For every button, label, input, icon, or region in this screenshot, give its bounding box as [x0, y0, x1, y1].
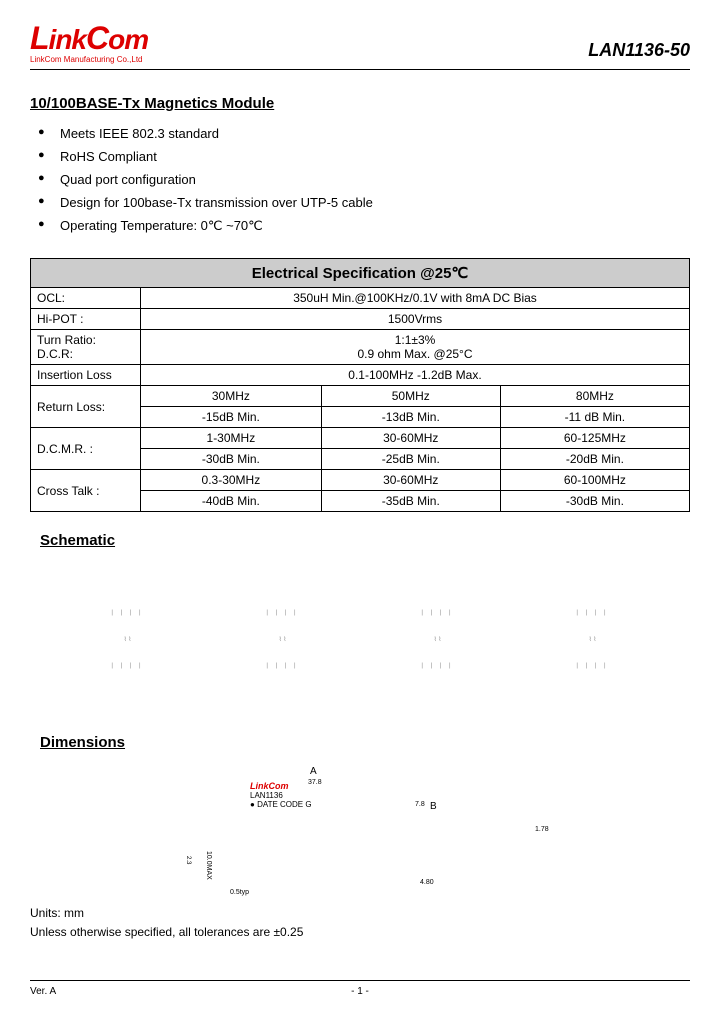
- ret-f1: 30MHz: [141, 386, 322, 407]
- footer-divider: [30, 980, 690, 981]
- insertion-label: Insertion Loss: [31, 365, 141, 386]
- dim-typ: 0.5typ: [230, 889, 249, 896]
- return-loss-label: Return Loss:: [31, 386, 141, 428]
- product-title: 10/100BASE-Tx Magnetics Module: [30, 95, 690, 112]
- units-line2: Unless otherwise specified, all toleranc…: [30, 925, 690, 939]
- feature-item: Quad port configuration: [30, 168, 690, 191]
- header-divider: [30, 69, 690, 70]
- footer-version: Ver. A: [30, 986, 56, 997]
- turn-dcr-label: Turn Ratio: D.C.R:: [31, 330, 141, 365]
- dim-pitch: 4.80: [420, 879, 434, 886]
- turn-dcr-value: 1:1±3% 0.9 ohm Max. @25°C: [141, 330, 690, 365]
- dcmr-v1: -30dB Min.: [141, 449, 322, 470]
- header: LinkCom LinkCom Manufacturing Co.,Ltd LA…: [30, 20, 690, 64]
- ret-f2: 50MHz: [321, 386, 500, 407]
- ocl-label: OCL:: [31, 288, 141, 309]
- part-number: LAN1136-50: [588, 40, 690, 61]
- schematic-diagram: | | | |⌇ ⌇| | | | | | | |⌇ ⌇| | | | | | …: [50, 559, 670, 719]
- ret-v3: -11 dB Min.: [500, 407, 689, 428]
- dcmr-v3: -20dB Min.: [500, 449, 689, 470]
- ct-f3: 60-100MHz: [500, 470, 689, 491]
- ret-v2: -13dB Min.: [321, 407, 500, 428]
- ret-v1: -15dB Min.: [141, 407, 322, 428]
- feature-item: RoHS Compliant: [30, 145, 690, 168]
- dim-a-label: A: [310, 766, 317, 777]
- feature-item: Design for 100base-Tx transmission over …: [30, 191, 690, 214]
- insertion-value: 0.1-100MHz -1.2dB Max.: [141, 365, 690, 386]
- ocl-value: 350uH Min.@100KHz/0.1V with 8mA DC Bias: [141, 288, 690, 309]
- dim-c-value: 1.78: [535, 826, 549, 833]
- feature-list: Meets IEEE 802.3 standard RoHS Compliant…: [30, 122, 690, 238]
- dimensions-title: Dimensions: [40, 734, 690, 751]
- dcmr-f2: 30-60MHz: [321, 428, 500, 449]
- ct-v2: -35dB Min.: [321, 491, 500, 512]
- schematic-title: Schematic: [40, 532, 690, 549]
- hipot-label: Hi-POT :: [31, 309, 141, 330]
- logo-text: LinkCom: [30, 20, 148, 57]
- hipot-value: 1500Vrms: [141, 309, 690, 330]
- dimensions-diagram: A 37.8 LinkCom LAN1136 ● DATE CODE G 7.8…: [50, 761, 670, 901]
- ct-v1: -40dB Min.: [141, 491, 322, 512]
- ret-f3: 80MHz: [500, 386, 689, 407]
- dim-b-label: B: [430, 801, 437, 812]
- dim-pins: 10.0MAX: [205, 851, 212, 880]
- dim-b-value: 7.8: [415, 801, 425, 808]
- feature-item: Meets IEEE 802.3 standard: [30, 122, 690, 145]
- feature-item: Operating Temperature: 0℃ ~70℃: [30, 214, 690, 238]
- crosstalk-label: Cross Talk :: [31, 470, 141, 512]
- dim-side: 2.3: [185, 856, 191, 864]
- logo: LinkCom LinkCom Manufacturing Co.,Ltd: [30, 20, 148, 64]
- ct-v3: -30dB Min.: [500, 491, 689, 512]
- dcmr-f1: 1-30MHz: [141, 428, 322, 449]
- footer-page: - 1 -: [351, 986, 369, 997]
- dcmr-f3: 60-125MHz: [500, 428, 689, 449]
- dcmr-v2: -25dB Min.: [321, 449, 500, 470]
- ct-f2: 30-60MHz: [321, 470, 500, 491]
- dcmr-label: D.C.M.R. :: [31, 428, 141, 470]
- dim-component-label: LinkCom LAN1136 ● DATE CODE G: [250, 781, 312, 809]
- spec-table: Electrical Specification @25℃ OCL: 350uH…: [30, 258, 690, 512]
- spec-header: Electrical Specification @25℃: [31, 259, 690, 288]
- ct-f1: 0.3-30MHz: [141, 470, 322, 491]
- footer: Ver. A - 1 -: [30, 980, 690, 997]
- units-line1: Units: mm: [30, 906, 690, 920]
- logo-subtitle: LinkCom Manufacturing Co.,Ltd: [30, 55, 148, 64]
